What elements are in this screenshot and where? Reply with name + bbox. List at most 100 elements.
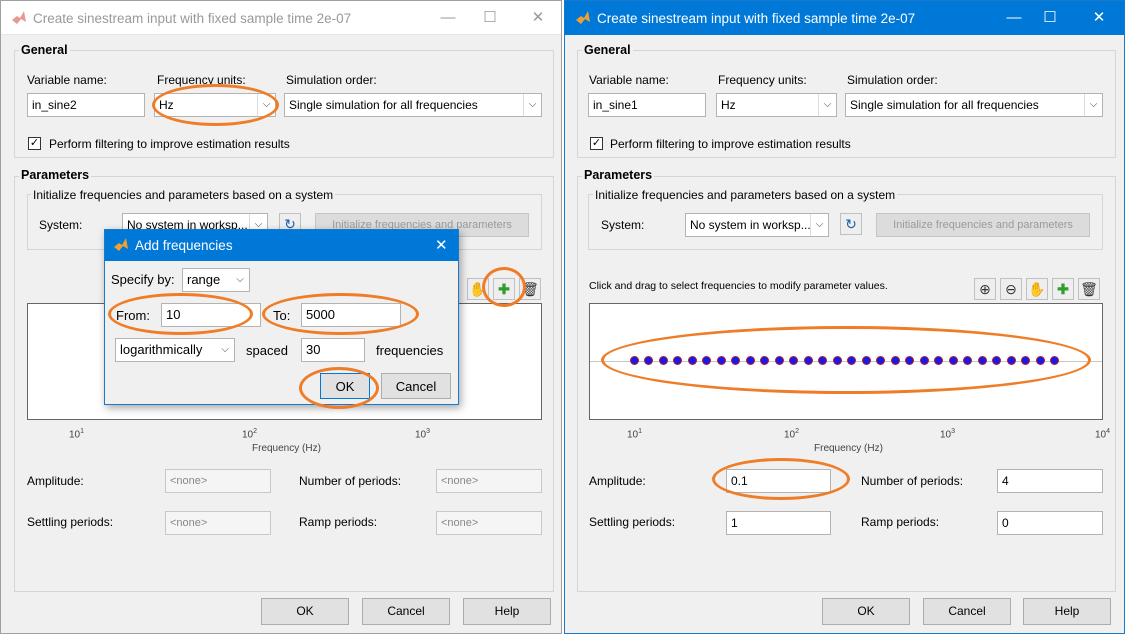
frequency-marker[interactable] — [745, 356, 755, 365]
frequency-marker[interactable] — [905, 356, 915, 365]
number-of-periods-input[interactable]: <none> — [436, 469, 542, 493]
frequency-marker[interactable] — [977, 356, 987, 365]
system-select[interactable]: No system in worksp... ⌵ — [685, 213, 829, 237]
settling-periods-input[interactable]: <none> — [165, 511, 271, 535]
frequency-marker[interactable] — [803, 356, 813, 365]
specify-by-value: range — [187, 272, 221, 287]
zoom-out-icon[interactable]: ⊖ — [1000, 278, 1022, 300]
frequency-count-input[interactable]: 30 — [301, 338, 365, 362]
simulation-order-value: Single simulation for all frequencies — [850, 98, 1039, 112]
add-frequency-icon[interactable]: ✚ — [493, 278, 515, 300]
frequency-marker[interactable] — [702, 356, 712, 365]
simulation-order-select[interactable]: Single simulation for all frequencies ⌵ — [845, 93, 1103, 117]
chevron-down-icon: ⌵ — [818, 94, 836, 116]
frequency-marker[interactable] — [1006, 356, 1016, 365]
amplitude-input[interactable]: <none> — [165, 469, 271, 493]
add-frequency-icon[interactable]: ✚ — [1052, 278, 1074, 300]
pan-hand-icon[interactable]: ✋ — [467, 278, 489, 300]
variable-name-input[interactable]: in_sine1 — [588, 93, 706, 117]
zoom-in-icon[interactable]: ⊕ — [974, 278, 996, 300]
number-of-periods-label: Number of periods: — [861, 474, 964, 488]
help-button[interactable]: Help — [463, 598, 551, 625]
frequency-marker[interactable] — [789, 356, 799, 365]
ok-button[interactable]: OK — [822, 598, 910, 625]
settling-periods-input[interactable]: 1 — [726, 511, 831, 535]
frequency-marker[interactable] — [644, 356, 654, 365]
settling-periods-label: Settling periods: — [27, 515, 114, 529]
simulation-order-select[interactable]: Single simulation for all frequencies ⌵ — [284, 93, 542, 117]
frequency-marker[interactable] — [861, 356, 871, 365]
frequency-marker[interactable] — [919, 356, 929, 365]
frequency-marker[interactable] — [963, 356, 973, 365]
frequency-plot-area[interactable] — [589, 303, 1103, 420]
frequency-marker[interactable] — [630, 356, 639, 365]
dialog-titlebar[interactable]: Add frequencies ✕ — [105, 230, 458, 261]
dialog-ok-button[interactable]: OK — [320, 373, 370, 399]
frequency-marker[interactable] — [818, 356, 828, 365]
left-titlebar[interactable]: Create sinestream input with fixed sampl… — [1, 1, 561, 35]
frequency-marker[interactable] — [992, 356, 1002, 365]
variable-name-input[interactable]: in_sine2 — [27, 93, 145, 117]
frequency-marker[interactable] — [876, 356, 886, 365]
number-of-periods-input[interactable]: 4 — [997, 469, 1103, 493]
delete-trash-icon[interactable]: 🗑 — [1078, 278, 1100, 300]
amplitude-label: Amplitude: — [589, 474, 646, 488]
chevron-down-icon: ⌵ — [257, 94, 275, 116]
cancel-button[interactable]: Cancel — [923, 598, 1011, 625]
frequency-marker[interactable] — [774, 356, 784, 365]
filter-checkbox[interactable]: ✓ — [28, 137, 41, 150]
frequency-marker[interactable] — [1050, 356, 1060, 365]
minimize-icon[interactable]: — — [1003, 7, 1025, 29]
parameters-title: Parameters — [582, 168, 655, 182]
frequencies-label: frequencies — [376, 343, 444, 358]
close-icon[interactable]: ✕ — [1088, 7, 1110, 29]
general-title: General — [19, 43, 70, 57]
specify-by-select[interactable]: range ⌵ — [182, 268, 250, 292]
filter-checkbox[interactable]: ✓ — [590, 137, 603, 150]
init-panel-title: Initialize frequencies and parameters ba… — [593, 188, 898, 202]
frequency-marker[interactable] — [890, 356, 900, 365]
frequency-marker[interactable] — [1035, 356, 1045, 365]
chevron-down-icon: ⌵ — [1084, 94, 1102, 116]
plot-hint-text: Click and drag to select frequencies to … — [589, 280, 888, 292]
help-button[interactable]: Help — [1023, 598, 1111, 625]
ramp-periods-input[interactable]: 0 — [997, 511, 1103, 535]
maximize-icon[interactable]: ☐ — [479, 7, 501, 29]
variable-name-label: Variable name: — [27, 73, 107, 87]
amplitude-input[interactable]: 0.1 — [726, 469, 831, 493]
right-titlebar[interactable]: Create sinestream input with fixed sampl… — [565, 1, 1124, 35]
cancel-button[interactable]: Cancel — [362, 598, 450, 625]
ramp-periods-input[interactable]: <none> — [436, 511, 542, 535]
frequency-marker[interactable] — [687, 356, 697, 365]
matlab-logo-icon — [576, 11, 590, 24]
refresh-icon[interactable]: ↻ — [840, 213, 862, 235]
frequency-marker[interactable] — [832, 356, 842, 365]
chevron-down-icon: ⌵ — [810, 214, 828, 236]
frequency-marker[interactable] — [847, 356, 857, 365]
system-value: No system in worksp... — [690, 218, 811, 232]
delete-trash-icon[interactable]: 🗑 — [519, 278, 541, 300]
from-input[interactable]: 10 — [161, 303, 261, 327]
dialog-cancel-button[interactable]: Cancel — [381, 373, 451, 399]
frequency-marker[interactable] — [760, 356, 770, 365]
spacing-select[interactable]: logarithmically ⌵ — [115, 338, 235, 362]
ok-button[interactable]: OK — [261, 598, 349, 625]
maximize-icon[interactable]: ☐ — [1039, 7, 1061, 29]
frequency-marker[interactable] — [731, 356, 741, 365]
close-icon[interactable]: ✕ — [435, 236, 448, 254]
to-input[interactable]: 5000 — [301, 303, 401, 327]
frequency-marker[interactable] — [934, 356, 944, 365]
frequency-marker[interactable] — [948, 356, 958, 365]
frequency-units-select[interactable]: Hz ⌵ — [154, 93, 276, 117]
x-axis-label: Frequency (Hz) — [252, 443, 321, 454]
frequency-marker[interactable] — [658, 356, 668, 365]
init-frequencies-button[interactable]: Initialize frequencies and parameters — [876, 213, 1090, 237]
frequency-marker[interactable] — [716, 356, 726, 365]
frequency-marker[interactable] — [673, 356, 683, 365]
frequency-units-select[interactable]: Hz ⌵ — [716, 93, 837, 117]
minimize-icon[interactable]: — — [437, 7, 459, 29]
system-label: System: — [39, 218, 83, 232]
frequency-marker[interactable] — [1021, 356, 1031, 365]
pan-hand-icon[interactable]: ✋ — [1026, 278, 1048, 300]
close-icon[interactable]: ✕ — [527, 7, 549, 29]
